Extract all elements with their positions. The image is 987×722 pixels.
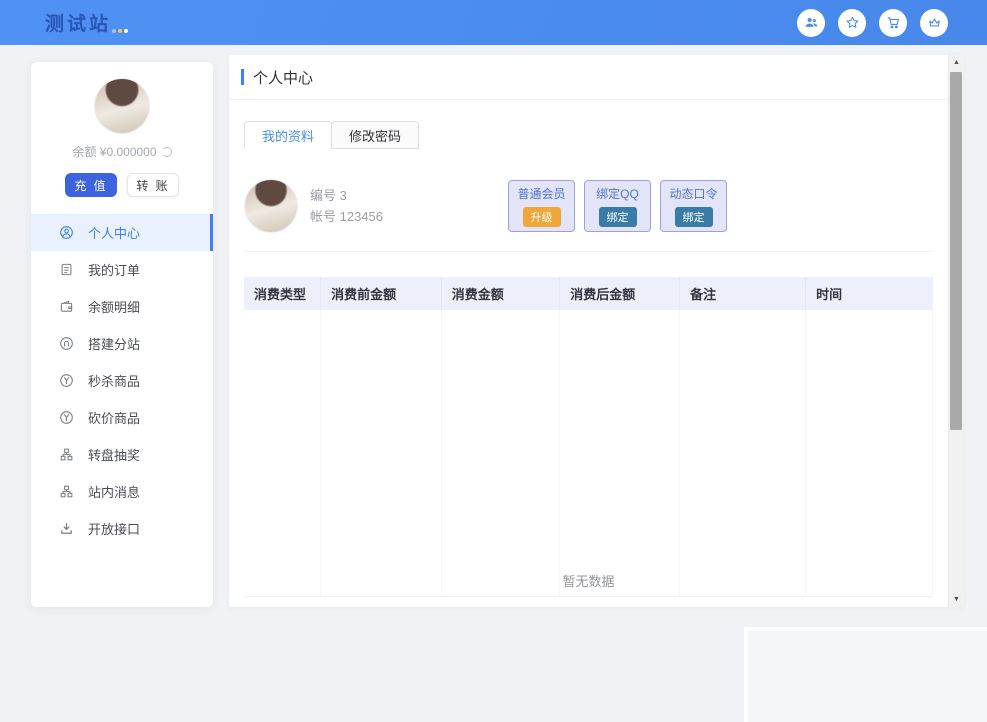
bargain-icon [59,410,74,425]
user-id: 编号 3 [310,185,383,206]
badge-cards: 普通会员 升级 绑定QQ 绑定 动态口令 绑定 [508,180,727,232]
refresh-balance-icon[interactable] [162,147,172,157]
sidebar-item-my-orders[interactable]: 我的订单 [31,251,213,288]
bind-qq-button[interactable]: 绑定 [599,207,637,227]
api-icon [59,521,74,536]
scrollbar-down-arrow[interactable]: ▼ [949,592,964,607]
top-header: 测试站 [0,0,987,45]
sidebar-item-lottery[interactable]: 转盘抽奖 [31,436,213,473]
header-actions [797,9,948,37]
avatar[interactable] [94,78,150,134]
substation-icon [59,336,74,351]
col-time: 时间 [806,277,933,310]
recharge-button[interactable]: 充 值 [65,173,117,197]
bind-qq-title: 绑定QQ [596,185,639,202]
page-title-bar: 个人中心 [229,55,948,100]
tab-my-profile[interactable]: 我的资料 [244,121,332,149]
col-amount: 消费金额 [442,277,561,310]
otp-title: 动态口令 [669,185,717,202]
site-logo[interactable]: 测试站 [45,9,128,36]
sidebar-item-user-center[interactable]: 个人中心 [31,214,213,251]
user-account: 帐号 123456 [310,206,383,227]
page-title: 个人中心 [253,67,313,88]
col-amount-after: 消费后金额 [560,277,680,310]
wallet-icon [59,299,74,314]
table-header-row: 消费类型 消费前金额 消费金额 消费后金额 备注 时间 [244,277,933,310]
tab-change-password[interactable]: 修改密码 [331,121,419,149]
users-icon[interactable] [797,9,825,37]
bind-qq-card: 绑定QQ 绑定 [584,180,651,232]
table-body: 暂无数据 [244,310,933,597]
sidebar-item-bargain[interactable]: 砍价商品 [31,399,213,436]
sidebar-item-balance-detail[interactable]: 余额明细 [31,288,213,325]
main-scrollbar[interactable]: ▲ ▼ [948,55,963,607]
upgrade-button[interactable]: 升级 [523,207,561,227]
scrollbar-up-arrow[interactable]: ▲ [949,55,964,70]
sidebar-menu: 个人中心 我的订单 余额明细 搭建分站 秒杀商品 砍价商品 转盘抽奖 站内消息 [31,214,213,547]
col-amount-before: 消费前金额 [321,277,442,310]
title-accent-bar [241,69,244,85]
sidebar-item-flash-sale[interactable]: 秒杀商品 [31,362,213,399]
bind-otp-button[interactable]: 绑定 [675,207,713,227]
flash-sale-icon [59,373,74,388]
profile-avatar [244,179,298,233]
logo-dots-decoration [112,29,128,33]
transfer-button[interactable]: 转 账 [127,173,179,197]
balance-text: 余额 ¥0.000000 [72,143,156,160]
sidebar: 余额 ¥0.000000 充 值 转 账 个人中心 我的订单 余额明细 搭建分站… [31,62,213,607]
main-panel: 个人中心 我的资料 修改密码 编号 3 帐号 123456 普通会员 升级 绑定… [229,55,963,607]
sidebar-item-site-messages[interactable]: 站内消息 [31,473,213,510]
otp-card: 动态口令 绑定 [660,180,727,232]
empty-data-text: 暂无数据 [244,571,933,590]
order-icon [59,262,74,277]
corner-overlay-panel [744,627,987,722]
message-icon [59,484,74,499]
user-circle-icon [59,225,74,240]
profile-tabs: 我的资料 修改密码 [244,121,948,149]
membership-card: 普通会员 升级 [508,180,575,232]
consumption-table: 消费类型 消费前金额 消费金额 消费后金额 备注 时间 暂无数据 [244,277,933,597]
sidebar-item-build-substation[interactable]: 搭建分站 [31,325,213,362]
scrollbar-thumb[interactable] [950,72,962,430]
sidebar-item-open-api[interactable]: 开放接口 [31,510,213,547]
col-remark: 备注 [680,277,806,310]
col-consume-type: 消费类型 [244,277,321,310]
profile-section: 编号 3 帐号 123456 普通会员 升级 绑定QQ 绑定 动态口令 绑定 [244,179,933,252]
membership-level: 普通会员 [517,185,565,202]
crown-icon[interactable] [920,9,948,37]
cart-icon[interactable] [879,9,907,37]
lottery-icon [59,447,74,462]
star-icon[interactable] [838,9,866,37]
site-logo-text: 测试站 [45,9,111,36]
